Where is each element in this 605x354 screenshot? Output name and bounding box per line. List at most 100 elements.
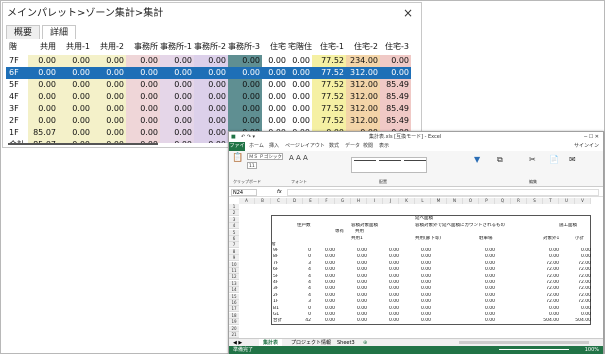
column-header[interactable]: F — [319, 198, 335, 204]
grid-cell: 0.00 — [194, 91, 228, 103]
column-header[interactable]: T — [543, 198, 559, 204]
row-header[interactable]: 7 — [229, 242, 239, 249]
quick-access-icons[interactable]: ↶ ↷ ▾ — [241, 132, 255, 142]
row-header[interactable]: 13 — [229, 280, 239, 287]
grid-cell: 0.00 — [242, 68, 260, 77]
column-header[interactable]: M — [431, 198, 447, 204]
grid-row[interactable]: 3F 0.00 0.00 0.00 0.00 0.00 0.00 0.00 0.00 0.00 77… — [6, 103, 411, 115]
sheet-cell: 0.00 — [324, 267, 335, 273]
tab-file[interactable]: ファイル — [229, 142, 245, 158]
horizontal-scrollbar[interactable] — [8, 143, 158, 145]
column-header[interactable]: V — [575, 198, 591, 204]
row-header[interactable]: 4 — [229, 223, 239, 230]
column-header[interactable]: K — [399, 198, 415, 204]
row-header[interactable]: 16 — [229, 300, 239, 306]
column-header[interactable]: L — [415, 198, 431, 204]
grid-cell: 0.00 — [160, 79, 194, 91]
column-header[interactable]: O — [463, 198, 479, 204]
zoom-slider[interactable] — [499, 349, 569, 350]
fx-icon[interactable]: fx — [277, 188, 282, 197]
row-header[interactable]: 18 — [229, 312, 239, 319]
tab-detail[interactable]: 詳細 — [42, 25, 77, 39]
grid-cell: 77.52 — [312, 79, 346, 91]
grid-row[interactable]: 7F 0.00 0.00 0.00 0.00 0.00 0.00 0.00 0.00 0.00 77… — [6, 55, 411, 67]
horizontal-scrollbar[interactable] — [459, 341, 589, 344]
row-header[interactable]: 5 — [229, 229, 239, 236]
row-label: 2F — [9, 116, 19, 125]
row-header[interactable]: 10 — [229, 261, 239, 268]
window-controls[interactable]: ─ ☐ ✕ — [584, 132, 599, 142]
row-header[interactable]: 6 — [229, 236, 239, 242]
grid-cell: 0.00 — [160, 55, 194, 67]
cut-icon[interactable]: ✂ — [529, 155, 536, 164]
spreadsheet-grid[interactable]: A B C D E F G H I J K L M N O P Q R S T U V 1 2 3 4 5 6 7 8 9 10 11 12 13 1… — [229, 198, 603, 338]
column-header[interactable]: C — [271, 198, 287, 204]
row-header[interactable]: 2 — [229, 210, 239, 217]
column-header[interactable]: R — [511, 198, 527, 204]
filter-icon[interactable]: ▼ — [474, 155, 480, 164]
line-style-swatch[interactable] — [354, 160, 376, 164]
name-box[interactable]: N24 — [231, 189, 257, 196]
sheet-cell: 0.00 — [388, 312, 399, 317]
grid-row[interactable]: 5F 0.00 0.00 0.00 0.00 0.00 0.00 0.00 0.00 0.00 77… — [6, 79, 411, 91]
column-header[interactable]: A — [239, 198, 255, 204]
formula-input[interactable] — [287, 189, 599, 196]
column-header[interactable]: H — [351, 198, 367, 204]
paste-values-icon[interactable]: 📄 — [549, 155, 559, 164]
column-header[interactable]: S — [527, 198, 543, 204]
row-header[interactable]: 1 — [229, 204, 239, 210]
grid-cell: 0.00 — [268, 68, 286, 77]
row-header[interactable]: 11 — [229, 268, 239, 274]
row-header[interactable]: 9 — [229, 255, 239, 262]
column-header[interactable]: G — [335, 198, 351, 204]
row-header[interactable]: 17 — [229, 306, 239, 313]
column-header: 住宅-1 — [320, 42, 344, 51]
column-header[interactable]: D — [287, 198, 303, 204]
grid-cell: 85.49 — [380, 115, 411, 127]
column-header[interactable]: P — [479, 198, 495, 204]
row-floor: 1F — [273, 299, 279, 305]
grid-cell: 0.00 — [28, 55, 58, 67]
grid-row[interactable]: 6F 0.00 0.00 0.00 0.00 0.00 0.00 0.00 0.00 0.00 77… — [6, 67, 411, 79]
copy-icon[interactable]: ⧉ — [497, 155, 503, 165]
column-header[interactable]: B — [255, 198, 271, 204]
row-header[interactable]: 8 — [229, 248, 239, 255]
row-header[interactable]: 15 — [229, 293, 239, 300]
grid-cell: 0.00 — [106, 68, 124, 77]
close-icon[interactable]: × — [403, 5, 413, 21]
email-icon[interactable]: ✉ — [569, 155, 576, 164]
grid-row[interactable]: 2F 0.00 0.00 0.00 0.00 0.00 0.00 0.00 0.00 0.00 77… — [6, 115, 411, 127]
sheet-cell: 0.00 — [484, 267, 495, 273]
grid-cell: 312.00 — [346, 103, 380, 115]
signin-link[interactable]: サインイン — [574, 142, 599, 151]
tab-insert[interactable]: 挿入 — [269, 142, 279, 151]
row-header[interactable]: 19 — [229, 319, 239, 326]
column-header[interactable]: E — [303, 198, 319, 204]
grid-row[interactable]: 4F 0.00 0.00 0.00 0.00 0.00 0.00 0.00 0.00 0.00 77… — [6, 91, 411, 103]
font-size-select[interactable]: 11 — [247, 162, 257, 169]
row-header[interactable]: 14 — [229, 287, 239, 294]
column-header[interactable]: N — [447, 198, 463, 204]
column-header[interactable]: J — [383, 198, 399, 204]
column-header[interactable]: Q — [495, 198, 511, 204]
row-header[interactable]: 3 — [229, 216, 239, 223]
tab-review[interactable]: 校閲 — [363, 142, 373, 151]
group-font: フォント — [291, 179, 307, 184]
line-style-swatch[interactable] — [404, 160, 426, 164]
tab-home[interactable]: ホーム — [249, 142, 264, 151]
font-name-select[interactable]: ＭＳ Ｐゴシック — [247, 153, 283, 160]
tab-overview[interactable]: 概要 — [6, 25, 41, 39]
sheet-cell: 0.00 — [388, 248, 399, 253]
font-size-icons[interactable]: A A A — [289, 154, 308, 162]
row-header[interactable]: 20 — [229, 325, 239, 332]
tab-data[interactable]: データ — [345, 142, 360, 151]
tab-page-layout[interactable]: ページレイアウト — [285, 142, 325, 151]
line-style-swatch[interactable] — [379, 160, 401, 164]
column-header[interactable]: U — [559, 198, 575, 204]
column-header[interactable]: I — [367, 198, 383, 204]
tab-view[interactable]: 表示 — [379, 142, 389, 151]
row-header[interactable]: 12 — [229, 274, 239, 281]
paste-icon[interactable]: 📋 — [232, 153, 243, 163]
tab-formulas[interactable]: 数式 — [329, 142, 339, 151]
sheet-cell: 72.00 — [578, 280, 591, 285]
